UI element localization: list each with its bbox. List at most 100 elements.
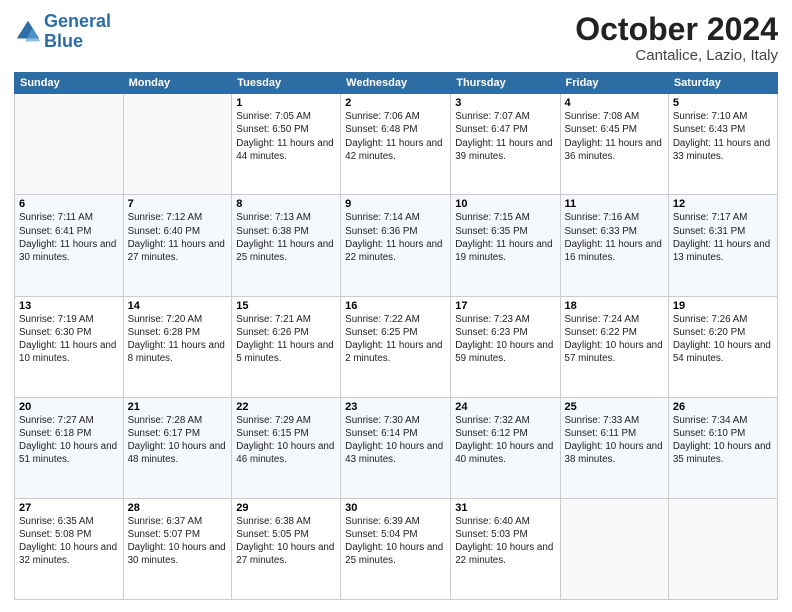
day-info: Sunrise: 7:27 AMSunset: 6:18 PMDaylight:… (19, 414, 119, 467)
day-number: 19 (673, 300, 773, 312)
table-row: 15 Sunrise: 7:21 AMSunset: 6:26 PMDaylig… (232, 296, 341, 397)
table-row: 19 Sunrise: 7:26 AMSunset: 6:20 PMDaylig… (668, 296, 777, 397)
table-row: 26 Sunrise: 7:34 AMSunset: 6:10 PMDaylig… (668, 397, 777, 498)
day-info: Sunrise: 7:29 AMSunset: 6:15 PMDaylight:… (236, 414, 336, 467)
day-number: 7 (128, 198, 228, 210)
day-info: Sunrise: 6:35 AMSunset: 5:08 PMDaylight:… (19, 515, 119, 568)
calendar-week-row: 27 Sunrise: 6:35 AMSunset: 5:08 PMDaylig… (15, 498, 778, 599)
table-row: 27 Sunrise: 6:35 AMSunset: 5:08 PMDaylig… (15, 498, 124, 599)
table-row: 21 Sunrise: 7:28 AMSunset: 6:17 PMDaylig… (123, 397, 232, 498)
day-info: Sunrise: 7:11 AMSunset: 6:41 PMDaylight:… (19, 211, 119, 264)
calendar-header-row: Sunday Monday Tuesday Wednesday Thursday… (15, 73, 778, 94)
table-row: 6 Sunrise: 7:11 AMSunset: 6:41 PMDayligh… (15, 195, 124, 296)
day-info: Sunrise: 7:15 AMSunset: 6:35 PMDaylight:… (455, 211, 555, 264)
table-row: 4 Sunrise: 7:08 AMSunset: 6:45 PMDayligh… (560, 94, 668, 195)
day-number: 15 (236, 300, 336, 312)
day-info: Sunrise: 7:30 AMSunset: 6:14 PMDaylight:… (345, 414, 446, 467)
day-number: 20 (19, 401, 119, 413)
day-info: Sunrise: 7:08 AMSunset: 6:45 PMDaylight:… (565, 110, 664, 163)
day-info: Sunrise: 7:12 AMSunset: 6:40 PMDaylight:… (128, 211, 228, 264)
day-info: Sunrise: 7:23 AMSunset: 6:23 PMDaylight:… (455, 313, 555, 366)
calendar-week-row: 20 Sunrise: 7:27 AMSunset: 6:18 PMDaylig… (15, 397, 778, 498)
day-info: Sunrise: 7:22 AMSunset: 6:25 PMDaylight:… (345, 313, 446, 366)
day-info: Sunrise: 7:05 AMSunset: 6:50 PMDaylight:… (236, 110, 336, 163)
th-friday: Friday (560, 73, 668, 94)
table-row (123, 94, 232, 195)
day-number: 5 (673, 97, 773, 109)
day-info: Sunrise: 6:37 AMSunset: 5:07 PMDaylight:… (128, 515, 228, 568)
table-row: 29 Sunrise: 6:38 AMSunset: 5:05 PMDaylig… (232, 498, 341, 599)
day-number: 24 (455, 401, 555, 413)
table-row: 16 Sunrise: 7:22 AMSunset: 6:25 PMDaylig… (341, 296, 451, 397)
day-number: 21 (128, 401, 228, 413)
th-monday: Monday (123, 73, 232, 94)
day-info: Sunrise: 7:20 AMSunset: 6:28 PMDaylight:… (128, 313, 228, 366)
table-row: 22 Sunrise: 7:29 AMSunset: 6:15 PMDaylig… (232, 397, 341, 498)
table-row: 23 Sunrise: 7:30 AMSunset: 6:14 PMDaylig… (341, 397, 451, 498)
logo-blue: Blue (44, 31, 83, 51)
day-number: 2 (345, 97, 446, 109)
day-info: Sunrise: 7:26 AMSunset: 6:20 PMDaylight:… (673, 313, 773, 366)
day-info: Sunrise: 6:38 AMSunset: 5:05 PMDaylight:… (236, 515, 336, 568)
day-info: Sunrise: 7:16 AMSunset: 6:33 PMDaylight:… (565, 211, 664, 264)
day-number: 28 (128, 502, 228, 514)
calendar-week-row: 13 Sunrise: 7:19 AMSunset: 6:30 PMDaylig… (15, 296, 778, 397)
table-row: 11 Sunrise: 7:16 AMSunset: 6:33 PMDaylig… (560, 195, 668, 296)
day-number: 10 (455, 198, 555, 210)
table-row: 12 Sunrise: 7:17 AMSunset: 6:31 PMDaylig… (668, 195, 777, 296)
table-row: 18 Sunrise: 7:24 AMSunset: 6:22 PMDaylig… (560, 296, 668, 397)
day-number: 8 (236, 198, 336, 210)
table-row: 20 Sunrise: 7:27 AMSunset: 6:18 PMDaylig… (15, 397, 124, 498)
day-info: Sunrise: 7:24 AMSunset: 6:22 PMDaylight:… (565, 313, 664, 366)
page: General Blue October 2024 Cantalice, Laz… (0, 0, 792, 612)
table-row (560, 498, 668, 599)
table-row: 3 Sunrise: 7:07 AMSunset: 6:47 PMDayligh… (451, 94, 560, 195)
table-row (668, 498, 777, 599)
day-info: Sunrise: 7:33 AMSunset: 6:11 PMDaylight:… (565, 414, 664, 467)
day-info: Sunrise: 7:17 AMSunset: 6:31 PMDaylight:… (673, 211, 773, 264)
day-info: Sunrise: 6:40 AMSunset: 5:03 PMDaylight:… (455, 515, 555, 568)
table-row: 10 Sunrise: 7:15 AMSunset: 6:35 PMDaylig… (451, 195, 560, 296)
day-number: 29 (236, 502, 336, 514)
day-number: 22 (236, 401, 336, 413)
table-row: 9 Sunrise: 7:14 AMSunset: 6:36 PMDayligh… (341, 195, 451, 296)
day-info: Sunrise: 6:39 AMSunset: 5:04 PMDaylight:… (345, 515, 446, 568)
day-info: Sunrise: 7:13 AMSunset: 6:38 PMDaylight:… (236, 211, 336, 264)
month-title: October 2024 (575, 12, 778, 47)
day-info: Sunrise: 7:06 AMSunset: 6:48 PMDaylight:… (345, 110, 446, 163)
table-row: 2 Sunrise: 7:06 AMSunset: 6:48 PMDayligh… (341, 94, 451, 195)
table-row: 14 Sunrise: 7:20 AMSunset: 6:28 PMDaylig… (123, 296, 232, 397)
day-info: Sunrise: 7:28 AMSunset: 6:17 PMDaylight:… (128, 414, 228, 467)
day-number: 14 (128, 300, 228, 312)
table-row: 25 Sunrise: 7:33 AMSunset: 6:11 PMDaylig… (560, 397, 668, 498)
calendar-table: Sunday Monday Tuesday Wednesday Thursday… (14, 72, 778, 600)
day-info: Sunrise: 7:14 AMSunset: 6:36 PMDaylight:… (345, 211, 446, 264)
logo-general: General (44, 11, 111, 31)
day-number: 23 (345, 401, 446, 413)
day-number: 11 (565, 198, 664, 210)
day-number: 30 (345, 502, 446, 514)
day-info: Sunrise: 7:10 AMSunset: 6:43 PMDaylight:… (673, 110, 773, 163)
day-number: 3 (455, 97, 555, 109)
table-row: 30 Sunrise: 6:39 AMSunset: 5:04 PMDaylig… (341, 498, 451, 599)
calendar-week-row: 1 Sunrise: 7:05 AMSunset: 6:50 PMDayligh… (15, 94, 778, 195)
day-number: 4 (565, 97, 664, 109)
table-row: 28 Sunrise: 6:37 AMSunset: 5:07 PMDaylig… (123, 498, 232, 599)
th-wednesday: Wednesday (341, 73, 451, 94)
title-block: October 2024 Cantalice, Lazio, Italy (575, 12, 778, 64)
day-info: Sunrise: 7:21 AMSunset: 6:26 PMDaylight:… (236, 313, 336, 366)
table-row: 31 Sunrise: 6:40 AMSunset: 5:03 PMDaylig… (451, 498, 560, 599)
table-row: 24 Sunrise: 7:32 AMSunset: 6:12 PMDaylig… (451, 397, 560, 498)
th-thursday: Thursday (451, 73, 560, 94)
day-number: 1 (236, 97, 336, 109)
day-number: 12 (673, 198, 773, 210)
th-tuesday: Tuesday (232, 73, 341, 94)
table-row: 17 Sunrise: 7:23 AMSunset: 6:23 PMDaylig… (451, 296, 560, 397)
day-number: 13 (19, 300, 119, 312)
day-number: 16 (345, 300, 446, 312)
th-saturday: Saturday (668, 73, 777, 94)
logo-icon (14, 18, 42, 46)
day-info: Sunrise: 7:07 AMSunset: 6:47 PMDaylight:… (455, 110, 555, 163)
table-row: 7 Sunrise: 7:12 AMSunset: 6:40 PMDayligh… (123, 195, 232, 296)
th-sunday: Sunday (15, 73, 124, 94)
